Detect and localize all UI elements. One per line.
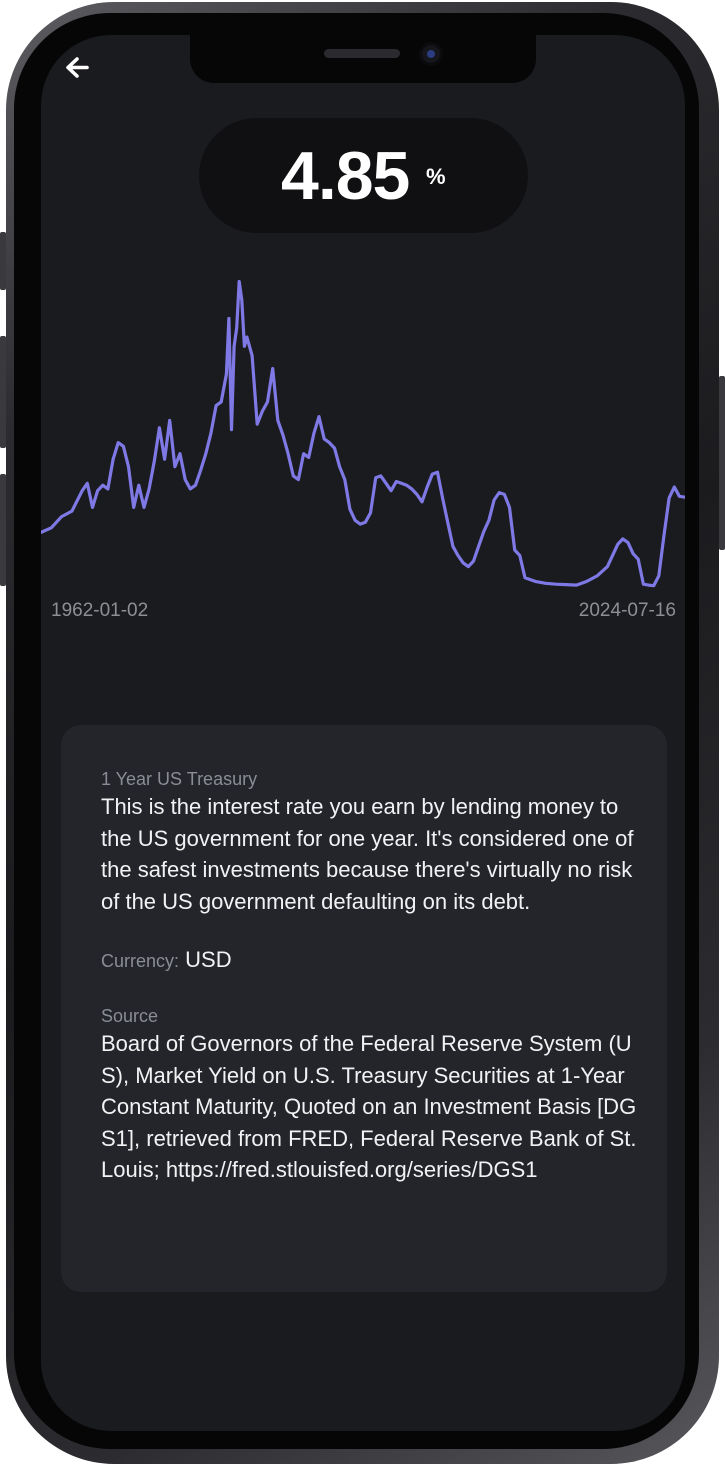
arrow-left-icon [66,57,89,78]
source-label: Source [101,1006,159,1026]
back-button[interactable] [57,49,97,89]
side-button-volume-up [0,336,6,448]
earpiece-speaker [324,49,400,58]
rate-display: 4.85 % [199,118,528,233]
chart-start-date: 1962-01-02 [51,600,149,621]
info-card-content: 1 Year US Treasury This is the interest … [101,767,641,1186]
currency-value: USD [185,947,232,972]
side-button-silent [0,232,6,290]
side-button-volume-down [0,474,6,586]
rate-history-line [41,279,685,588]
chart-end-date: 2024-07-16 [578,600,676,621]
currency-row: Currency: USD [101,947,641,974]
currency-label: Currency: [101,951,180,971]
source-text: Board of Governors of the Federal Reserv… [101,1031,637,1182]
rate-value: 4.85 [281,138,410,214]
rate-unit: % [426,164,446,189]
series-title: 1 Year US Treasury [101,769,258,789]
series-description: This is the interest rate you earn by le… [101,794,634,914]
notch [190,35,536,83]
front-camera [419,42,443,66]
app-screen: 4.85 % 1962-01-02 2024-07-16 1 Year US T… [41,35,685,1431]
side-button-power [719,376,725,550]
phone-frame: 4.85 % 1962-01-02 2024-07-16 1 Year US T… [0,0,725,1467]
rate-history-chart[interactable] [41,255,685,595]
info-card: 1 Year US Treasury This is the interest … [61,725,667,1292]
